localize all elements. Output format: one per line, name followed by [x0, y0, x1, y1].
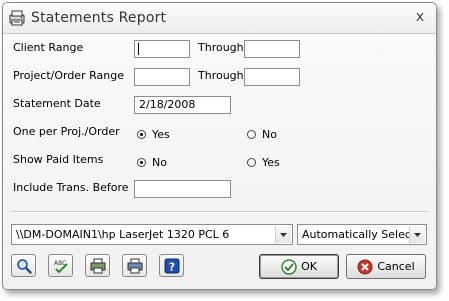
chevron-down-icon[interactable]	[275, 226, 291, 243]
printer-select[interactable]: \\DM-DOMAIN1\hp LaserJet 1320 PCL 6	[11, 224, 293, 245]
radio-label: Yes	[262, 155, 280, 169]
client-range-from-input[interactable]	[134, 40, 190, 58]
tray-name: Automatically Select	[302, 228, 416, 241]
statement-date-input[interactable]: 2/18/2008	[134, 96, 231, 114]
preview-button[interactable]	[11, 254, 36, 277]
radio-dot-selected	[137, 129, 146, 139]
radio-label: No	[152, 155, 167, 169]
project-order-range-label: Project/Order Range	[13, 69, 124, 82]
cancel-label: Cancel	[377, 260, 415, 273]
chevron-down-icon[interactable]	[409, 226, 425, 243]
ok-button[interactable]: OK	[259, 254, 339, 279]
spellcheck-icon: ABC	[54, 260, 68, 273]
print-icon	[127, 258, 142, 273]
help-icon: ?	[164, 258, 179, 273]
title-bar[interactable]: Statements Report x	[3, 3, 436, 34]
include-trans-before-label: Include Trans. Before	[13, 181, 129, 194]
print-button[interactable]	[122, 254, 147, 277]
project-range-from-input[interactable]	[134, 68, 190, 86]
check-icon	[281, 258, 297, 275]
radio-label: Yes	[152, 127, 170, 141]
cancel-button[interactable]: Cancel	[346, 254, 426, 279]
printer-name: \\DM-DOMAIN1\hp LaserJet 1320 PCL 6	[16, 228, 230, 241]
one-per-proj-label: One per Proj./Order	[13, 125, 120, 138]
spellcheck-button[interactable]: ABC	[48, 254, 73, 277]
client-through-label: Through	[198, 41, 244, 54]
project-through-label: Through	[198, 69, 244, 82]
radio-dot-selected	[137, 157, 146, 167]
separator	[11, 211, 428, 213]
one-per-proj-yes-radio[interactable]: Yes	[137, 127, 170, 141]
show-paid-yes-radio[interactable]: Yes	[247, 155, 280, 169]
cancel-x-icon	[357, 259, 373, 274]
print-setup-button[interactable]	[85, 254, 110, 277]
one-per-proj-no-radio[interactable]: No	[247, 127, 277, 141]
ok-label: OK	[301, 260, 317, 273]
radio-label: No	[262, 127, 277, 141]
dialog-title: Statements Report	[31, 10, 167, 26]
show-paid-no-radio[interactable]: No	[137, 155, 167, 169]
print-setup-icon	[90, 258, 105, 273]
radio-dot	[247, 157, 256, 167]
client-range-to-input[interactable]	[244, 40, 300, 58]
paper-tray-select[interactable]: Automatically Select	[297, 224, 427, 245]
include-trans-before-input[interactable]	[134, 180, 231, 198]
statements-report-dialog: Statements Report x Client Range Through…	[2, 2, 437, 290]
project-range-to-input[interactable]	[244, 68, 300, 86]
help-button[interactable]: ?	[159, 254, 184, 277]
report-icon	[9, 10, 25, 26]
statement-date-label: Statement Date	[13, 97, 101, 110]
close-button[interactable]: x	[412, 8, 428, 26]
text-caret	[138, 43, 139, 55]
preview-icon	[16, 258, 32, 274]
show-paid-items-label: Show Paid Items	[13, 153, 104, 166]
radio-dot	[247, 129, 256, 139]
client-range-label: Client Range	[13, 41, 84, 54]
svg-text:?: ?	[168, 260, 174, 273]
